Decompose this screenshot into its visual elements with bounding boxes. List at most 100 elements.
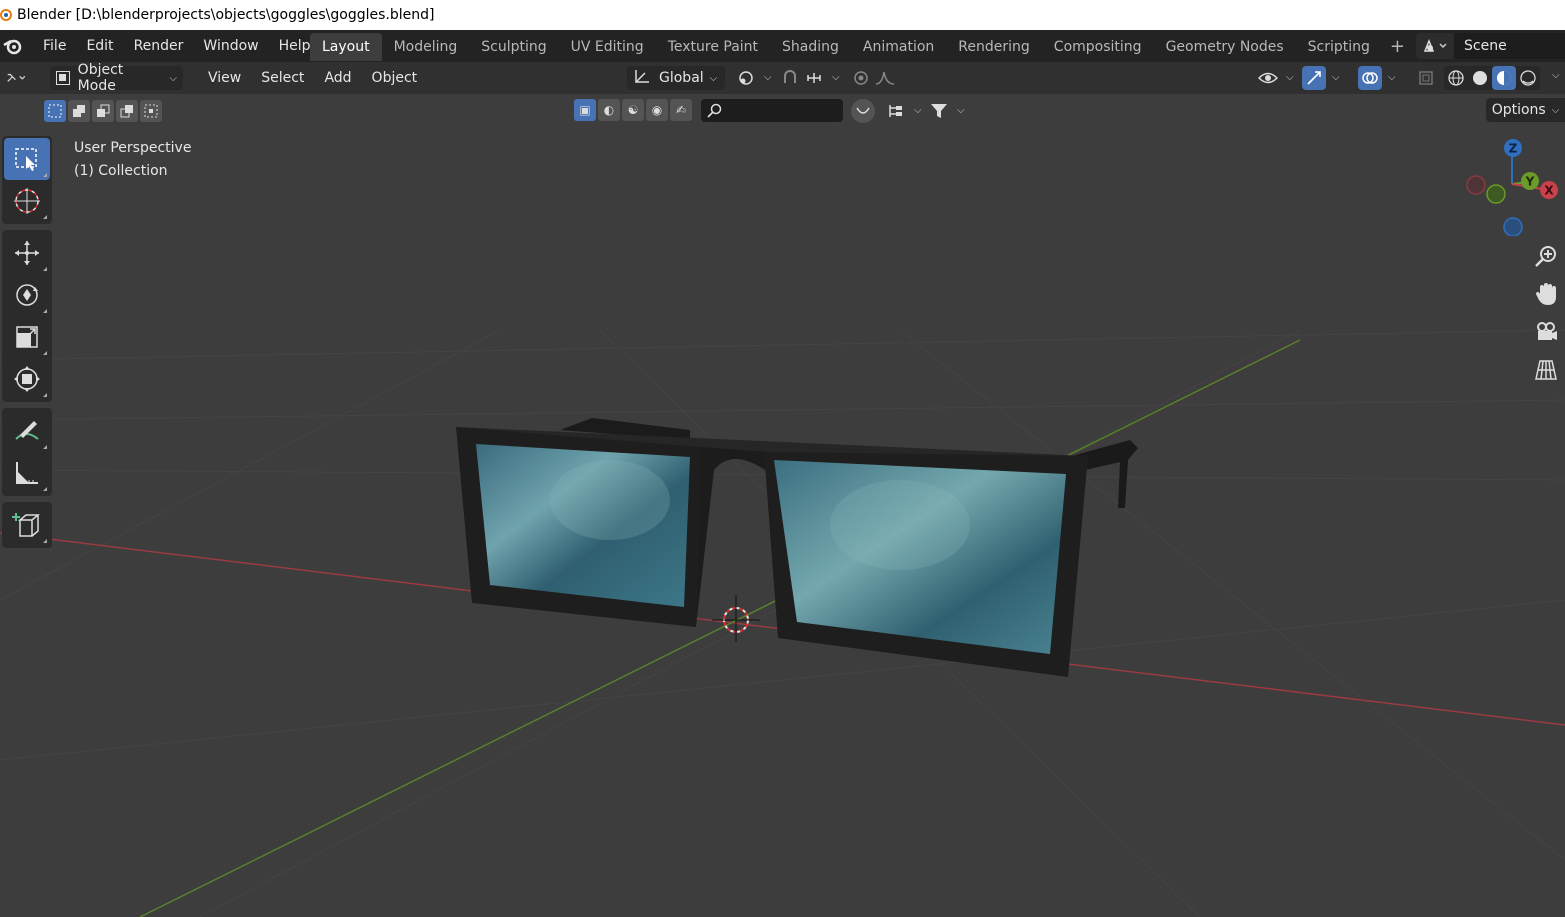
select-extend-icon[interactable] <box>68 100 90 122</box>
filter-particles-icon[interactable]: ☯ <box>622 99 644 121</box>
menu-window[interactable]: Window <box>193 30 268 62</box>
menu-render[interactable]: Render <box>124 30 194 62</box>
mode-dropdown[interactable]: Object Mode ⌵ <box>50 62 183 94</box>
navigation-gizmo[interactable]: Z Y X <box>1462 136 1562 236</box>
neg-z-axis-handle[interactable] <box>1503 217 1523 236</box>
editor-type-icon[interactable] <box>6 66 30 90</box>
chevron-down-icon: ⌵ <box>709 72 718 84</box>
select-box-tool[interactable] <box>4 138 50 180</box>
tab-scripting[interactable]: Scripting <box>1296 33 1382 61</box>
hierarchy-dropdown[interactable]: ⌵ <box>884 99 922 123</box>
y-axis-handle[interactable]: Y <box>1521 172 1539 190</box>
filter-material-icon[interactable]: ◐ <box>598 99 620 121</box>
window-title: Blender [D:\blenderprojects\objects\gogg… <box>17 7 435 23</box>
tab-shading[interactable]: Shading <box>770 33 851 61</box>
annotate-tool[interactable] <box>4 410 50 452</box>
blender-logo-icon[interactable] <box>1 34 25 58</box>
gizmo-toggle-icon[interactable] <box>1302 66 1326 90</box>
rendered-shading-icon[interactable] <box>1516 66 1540 90</box>
menu-edit[interactable]: Edit <box>76 30 123 62</box>
shading-modes <box>1444 66 1540 90</box>
add-cube-tool[interactable] <box>4 504 50 546</box>
viewport-subheader: ▣ ◐ ☯ ◉ ✍ ⌵ ⌵ Options ⌵ <box>0 94 1565 128</box>
pan-button[interactable] <box>1530 278 1562 310</box>
visibility-eye-icon[interactable] <box>1256 66 1280 90</box>
scene-name[interactable]: Scene <box>1464 38 1507 54</box>
link-toggle-icon[interactable] <box>851 99 875 123</box>
filter-world-icon[interactable]: ◉ <box>646 99 668 121</box>
snap-target-icon[interactable] <box>802 66 826 90</box>
chevron-down-icon: ⌵ <box>1286 72 1294 83</box>
pivot-dropdown[interactable]: ⌵ <box>734 66 772 90</box>
pivot-icon[interactable] <box>734 66 758 90</box>
overlays-icon[interactable] <box>1358 66 1382 90</box>
tool-shelf <box>2 136 52 554</box>
filter-mesh-icon[interactable]: ▣ <box>574 99 596 121</box>
add-tools-group <box>2 502 52 548</box>
scale-icon <box>16 326 38 348</box>
scene-icon[interactable] <box>1416 33 1454 59</box>
viewport-3d[interactable] <box>0 0 1565 917</box>
cursor-tool[interactable] <box>4 180 50 222</box>
xray-toggle-icon[interactable] <box>1414 66 1438 90</box>
tab-animation[interactable]: Animation <box>851 33 946 61</box>
select-subtract-icon[interactable] <box>92 100 114 122</box>
transform-orientation-dropdown[interactable]: Global ⌵ <box>627 66 725 90</box>
chevron-down-icon: ⌵ <box>832 72 840 83</box>
rotate-tool[interactable] <box>4 274 50 316</box>
tab-modeling[interactable]: Modeling <box>382 33 470 61</box>
x-axis-handle[interactable]: X <box>1540 181 1558 199</box>
scale-tool[interactable] <box>4 316 50 358</box>
solid-shading-icon[interactable] <box>1468 66 1492 90</box>
tab-texture-paint[interactable]: Texture Paint <box>656 33 770 61</box>
tab-uv-editing[interactable]: UV Editing <box>559 33 656 61</box>
proportional-edit-icon[interactable] <box>849 66 873 90</box>
chevron-down-icon: ⌵ <box>914 105 922 116</box>
menu-add[interactable]: Add <box>314 70 361 86</box>
transform-tool[interactable] <box>4 358 50 400</box>
tab-rendering[interactable]: Rendering <box>946 33 1042 61</box>
tab-sculpting[interactable]: Sculpting <box>469 33 558 61</box>
camera-icon <box>1537 322 1557 340</box>
measure-tool[interactable] <box>4 452 50 494</box>
tab-compositing[interactable]: Compositing <box>1042 33 1154 61</box>
measure-icon <box>16 462 38 484</box>
chevron-down-icon: ⌵ <box>957 105 965 116</box>
filter-dropdown[interactable]: ⌵ <box>927 99 965 123</box>
filter-paint-icon[interactable]: ✍ <box>670 99 692 121</box>
menu-file[interactable]: File <box>33 30 76 62</box>
gizmo-z-label: Z <box>1509 142 1518 156</box>
shading-options-chevron-icon[interactable]: ⌵ <box>1552 70 1560 81</box>
select-new-icon[interactable] <box>44 100 66 122</box>
material-preview-shading-icon[interactable] <box>1492 66 1516 90</box>
add-workspace-icon[interactable]: + <box>1382 33 1413 61</box>
tab-layout[interactable]: Layout <box>310 33 382 61</box>
select-intersect-icon[interactable] <box>140 100 162 122</box>
falloff-curve-icon[interactable] <box>873 66 897 90</box>
object-mode-icon <box>56 71 70 85</box>
ortho-toggle-button[interactable] <box>1530 354 1562 386</box>
snap-toggle-icon[interactable] <box>778 66 802 90</box>
overlay-toggle-group: ⌵ <box>1358 66 1396 90</box>
options-dropdown[interactable]: Options ⌵ <box>1486 98 1565 122</box>
menu-object[interactable]: Object <box>362 70 428 86</box>
zoom-button[interactable] <box>1530 240 1562 272</box>
options-label: Options <box>1491 102 1546 118</box>
neg-y-axis-handle[interactable] <box>1486 184 1506 204</box>
scene-selector[interactable]: Scene <box>1416 33 1565 59</box>
menu-view[interactable]: View <box>198 70 251 86</box>
filter-funnel-icon <box>927 99 951 123</box>
visibility-group: ⌵ <box>1256 66 1294 90</box>
menu-select[interactable]: Select <box>251 70 314 86</box>
camera-view-button[interactable] <box>1530 316 1562 348</box>
tab-geometry-nodes[interactable]: Geometry Nodes <box>1154 33 1296 61</box>
chevron-down-icon: ⌵ <box>1388 72 1396 83</box>
select-invert-icon[interactable] <box>116 100 138 122</box>
annotate-tools-group <box>2 408 52 496</box>
wireframe-shading-icon[interactable] <box>1444 66 1468 90</box>
search-input[interactable] <box>701 99 843 122</box>
top-menu-bar: File Edit Render Window Help Layout Mode… <box>0 30 1565 62</box>
z-axis-handle[interactable]: Z <box>1504 139 1522 157</box>
gizmo-x-label: X <box>1544 184 1554 198</box>
move-tool[interactable] <box>4 232 50 274</box>
